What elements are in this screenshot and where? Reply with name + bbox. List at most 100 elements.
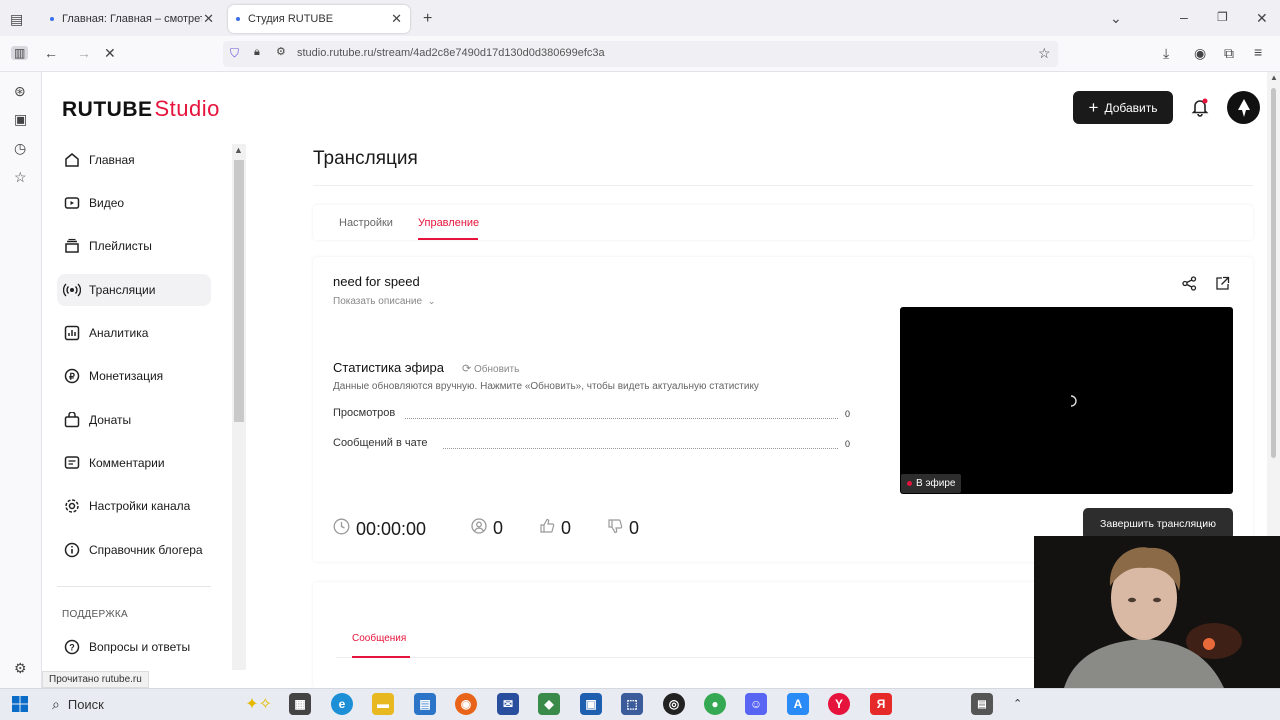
sidebar-item-donations[interactable]: Донаты — [57, 404, 211, 436]
rutube-studio-logo[interactable]: RUTUBEStudio — [62, 96, 220, 122]
support-heading: ПОДДЕРЖКА — [62, 609, 128, 620]
sidebar-item-analytics[interactable]: Аналитика — [57, 317, 211, 349]
sidebar-item-broadcasts[interactable]: Трансляции — [57, 274, 211, 306]
tab-active-indicator — [418, 238, 478, 240]
views-leader-dots — [405, 418, 838, 419]
synced-tabs-icon[interactable]: ▣ — [14, 112, 27, 126]
bookmark-star-icon[interactable]: ☆ — [1038, 46, 1051, 60]
network-app-icon[interactable]: ⬚ — [621, 693, 643, 715]
scroll-up-icon[interactable]: ▲ — [1270, 73, 1278, 82]
refresh-icon: ⟳ — [462, 363, 472, 375]
browser-tab-home[interactable]: Главная: Главная – смотреть о ✕ — [42, 5, 222, 33]
views-value: 0 — [845, 409, 851, 419]
history-icon[interactable]: ◷ — [14, 141, 26, 155]
sidebar-toggle-icon[interactable]: ▥ — [11, 46, 29, 60]
donate-icon — [63, 411, 81, 429]
file-explorer-icon[interactable]: ▬ — [372, 693, 394, 715]
taskbar-search[interactable]: ⌕ Поиск ✦✧ — [44, 691, 276, 717]
account-icon[interactable]: ◉ — [1194, 46, 1206, 60]
vpn-app-icon[interactable]: ✉ — [497, 693, 519, 715]
sidebar-item-label: Справочник блогера — [89, 543, 203, 557]
downloads-icon[interactable]: ⤓ — [1163, 46, 1169, 60]
obs-icon[interactable]: ◎ — [663, 693, 685, 715]
live-label: В эфире — [916, 478, 956, 489]
edge-icon[interactable]: e — [331, 693, 353, 715]
extensions-icon[interactable]: ⧉ — [1224, 46, 1234, 60]
sidebar-item-channel-settings[interactable]: Настройки канала — [57, 490, 211, 522]
tray-expand-icon[interactable]: ⌃ — [1013, 697, 1022, 710]
viewers-metric: 0 — [471, 518, 503, 539]
messages-tab-divider — [336, 657, 1036, 658]
browser-tab-bar: ▤ Главная: Главная – смотреть о ✕ Студия… — [0, 0, 1280, 36]
app-store-icon[interactable]: A — [787, 693, 809, 715]
url-text[interactable]: studio.rutube.ru/stream/4ad2c8e7490d17d1… — [297, 47, 605, 59]
browser-tab-studio[interactable]: Студия RUTUBE ✕ — [228, 5, 410, 33]
close-tab-icon[interactable]: ✕ — [391, 11, 402, 27]
bookmarks-icon[interactable]: ☆ — [14, 170, 27, 184]
sidebar-item-blogger-guide[interactable]: Справочник блогера — [57, 534, 211, 566]
remote-desktop-icon[interactable]: ▣ — [580, 693, 602, 715]
windows-start-icon[interactable] — [12, 696, 28, 717]
stop-loading-icon[interactable]: ✕ — [104, 46, 116, 60]
scroll-up-icon[interactable]: ▲ — [234, 145, 243, 155]
add-button[interactable]: + Добавить — [1073, 91, 1173, 124]
close-tab-icon[interactable]: ✕ — [203, 11, 214, 27]
sidebar-item-label: Трансляции — [89, 283, 156, 297]
tab-messages[interactable]: Сообщения — [352, 633, 406, 644]
chrome-icon[interactable]: ● — [704, 693, 726, 715]
settings-icon — [63, 497, 81, 515]
page-scrollbar-thumb[interactable] — [1271, 88, 1276, 458]
sidebar-item-faq[interactable]: ? Вопросы и ответы — [57, 631, 211, 663]
yandex-icon[interactable]: Я — [870, 693, 892, 715]
duration-value: 00:00:00 — [356, 518, 427, 539]
new-tab-icon[interactable]: + — [423, 11, 432, 27]
loading-spinner-icon — [1070, 395, 1077, 407]
sidebar-item-playlists[interactable]: Плейлисты — [57, 230, 211, 262]
close-window-icon[interactable]: ✕ — [1256, 11, 1268, 25]
stream-preview-player[interactable] — [900, 307, 1233, 494]
scrollbar-thumb[interactable] — [234, 160, 244, 422]
sidebar-scrollbar[interactable]: ▲ — [232, 144, 246, 670]
restore-icon[interactable]: ❐ — [1217, 11, 1228, 23]
tab-settings[interactable]: Настройки — [339, 217, 393, 229]
forward-icon[interactable]: → — [77, 46, 91, 60]
shield-icon[interactable]: ⛉ — [230, 47, 239, 59]
open-external-icon[interactable] — [1215, 276, 1230, 296]
refresh-label: Обновить — [474, 364, 520, 375]
task-view-icon[interactable]: ▦ — [289, 693, 311, 715]
tab-list-icon[interactable]: ▤ — [10, 12, 23, 26]
site-permissions-icon[interactable]: ⚙ — [276, 47, 286, 58]
search-highlight-icon: ✦✧ — [245, 696, 272, 713]
ai-chat-icon[interactable]: ⊛ — [14, 84, 26, 98]
back-icon[interactable]: ← — [44, 46, 58, 60]
menu-icon[interactable]: ≡ — [1254, 45, 1262, 59]
notifications-bell-icon[interactable] — [1190, 97, 1210, 122]
minimize-icon[interactable]: – — [1180, 10, 1188, 24]
sidebar-item-home[interactable]: Главная — [57, 144, 211, 176]
show-description-label: Показать описание — [333, 296, 423, 307]
app-cube-icon[interactable]: ◆ — [538, 693, 560, 715]
stream-title: need for speed — [333, 274, 420, 289]
firefox-icon[interactable]: ◉ — [455, 693, 477, 715]
likes-value: 0 — [561, 518, 572, 538]
lock-icon[interactable]: 🔒︎ — [254, 47, 260, 58]
tab-title: Главная: Главная – смотреть о — [62, 13, 202, 25]
sidebar-item-comments[interactable]: Комментарии — [57, 447, 211, 479]
share-icon[interactable] — [1182, 276, 1197, 296]
store-icon[interactable]: ▤ — [414, 693, 436, 715]
broadcast-icon — [63, 281, 81, 299]
views-label: Просмотров — [333, 407, 396, 419]
sidebar-item-monetization[interactable]: ₽ Монетизация — [57, 360, 211, 392]
tab-management[interactable]: Управление — [418, 217, 479, 229]
user-avatar[interactable] — [1227, 91, 1260, 124]
status-bar-text: Прочитано rutube.ru — [42, 671, 149, 688]
home-icon — [63, 151, 81, 169]
yandex-browser-icon[interactable]: Y — [828, 693, 850, 715]
show-description-link[interactable]: Показать описание ⌄ — [333, 296, 435, 307]
customize-sidebar-icon[interactable]: ⚙ — [14, 661, 27, 675]
refresh-button[interactable]: ⟳ Обновить — [462, 362, 519, 375]
tray-app-icon[interactable]: ▤ — [971, 693, 993, 715]
sidebar-item-video[interactable]: Видео — [57, 187, 211, 219]
tab-overflow-icon[interactable]: ⌄ — [1110, 11, 1122, 25]
discord-icon[interactable]: ☺ — [745, 693, 767, 715]
